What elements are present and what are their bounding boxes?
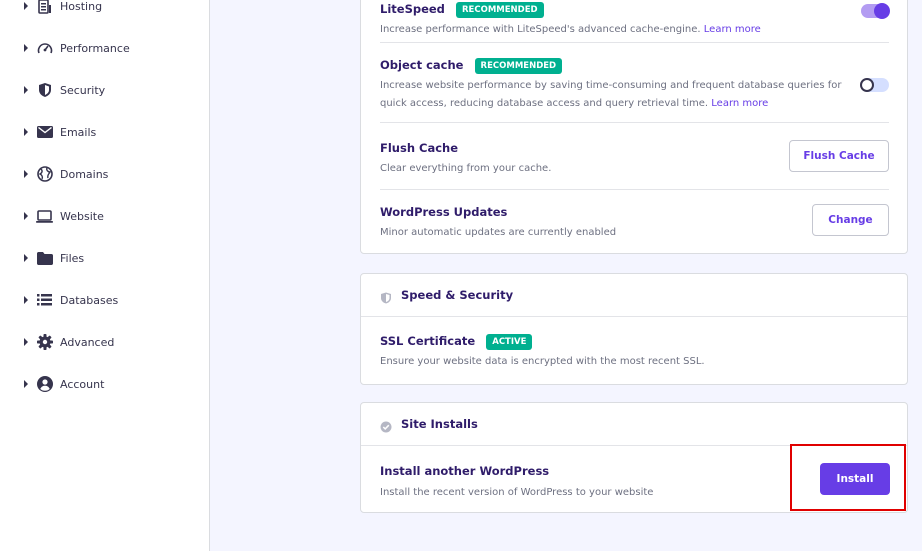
globe-icon: [36, 166, 53, 182]
divider: [380, 189, 889, 190]
caret-right-icon: [24, 296, 28, 304]
sidebar-item-advanced[interactable]: Advanced: [0, 327, 209, 357]
caret-right-icon: [24, 338, 28, 346]
sidebar-item-label: Security: [60, 83, 106, 97]
caret-right-icon: [24, 170, 28, 178]
install-button-highlight: [790, 444, 906, 511]
site-installs-header: Site Installs: [361, 403, 907, 446]
sidebar: Hosting Performance Security Emails Doma…: [0, 0, 210, 551]
shield-icon: [380, 289, 392, 304]
main-content: LiteSpeed RECOMMENDED Increase performan…: [210, 0, 922, 551]
divider: [380, 122, 889, 123]
litespeed-title: LiteSpeed: [380, 2, 445, 16]
litespeed-description: Increase performance with LiteSpeed's ad…: [380, 21, 889, 39]
ssl-row: SSL Certificate ACTIVE Ensure your websi…: [380, 330, 889, 371]
object-cache-title: Object cache: [380, 58, 464, 72]
hosting-icon: [36, 0, 53, 14]
caret-right-icon: [24, 2, 28, 10]
litespeed-desc-text: Increase performance with LiteSpeed's ad…: [380, 24, 701, 35]
litespeed-learn-more-link[interactable]: Learn more: [704, 24, 761, 35]
sidebar-item-label: Advanced: [60, 335, 115, 349]
caret-right-icon: [24, 380, 28, 388]
sidebar-item-label: Emails: [60, 125, 97, 139]
sidebar-item-label: Performance: [60, 41, 130, 55]
ssl-description: Ensure your website data is encrypted wi…: [380, 356, 705, 367]
install-wordpress-title: Install another WordPress: [380, 464, 550, 478]
speed-security-header: Speed & Security: [361, 274, 907, 317]
change-updates-button[interactable]: Change: [812, 204, 889, 236]
litespeed-row: LiteSpeed RECOMMENDED Increase performan…: [380, 0, 889, 39]
sidebar-item-label: Databases: [60, 293, 119, 307]
speed-security-title: Speed & Security: [401, 288, 514, 302]
recommended-badge: RECOMMENDED: [474, 58, 563, 74]
sidebar-item-label: Website: [60, 209, 104, 223]
sidebar-item-label: Files: [60, 251, 85, 265]
object-cache-toggle[interactable]: [860, 78, 889, 92]
sidebar-item-domains[interactable]: Domains: [0, 159, 209, 189]
envelope-icon: [36, 124, 53, 140]
caret-right-icon: [24, 254, 28, 262]
caret-right-icon: [24, 44, 28, 52]
ssl-certificate-title: SSL Certificate: [380, 334, 476, 348]
speedometer-icon: [36, 40, 53, 56]
recommended-badge: RECOMMENDED: [456, 2, 544, 18]
litespeed-toggle[interactable]: [861, 3, 890, 19]
speed-security-card: Speed & Security SSL Certificate ACTIVE …: [360, 273, 908, 385]
check-circle-icon: [380, 418, 392, 433]
user-circle-icon: [36, 376, 53, 392]
sidebar-item-label: Account: [60, 377, 105, 391]
active-badge: ACTIVE: [486, 334, 533, 350]
caret-right-icon: [24, 212, 28, 220]
sidebar-item-hosting[interactable]: Hosting: [0, 0, 209, 21]
sidebar-item-performance[interactable]: Performance: [0, 33, 209, 63]
flush-cache-title: Flush Cache: [380, 141, 459, 155]
folder-icon: [36, 250, 53, 266]
site-installs-title: Site Installs: [401, 417, 478, 431]
object-cache-row: Object cache RECOMMENDED Increase websit…: [380, 54, 847, 113]
sidebar-item-files[interactable]: Files: [0, 243, 209, 273]
sidebar-item-security[interactable]: Security: [0, 75, 209, 105]
caret-right-icon: [24, 86, 28, 94]
gear-icon: [36, 334, 53, 350]
sidebar-item-account[interactable]: Account: [0, 369, 209, 399]
divider: [380, 42, 889, 43]
wordpress-updates-title: WordPress Updates: [380, 205, 508, 219]
object-cache-desc-text: Increase website performance by saving t…: [380, 80, 842, 109]
sidebar-item-website[interactable]: Website: [0, 201, 209, 231]
object-cache-description: Increase website performance by saving t…: [380, 77, 847, 113]
flush-cache-button[interactable]: Flush Cache: [789, 140, 889, 172]
toggle-knob: [860, 78, 874, 92]
caret-right-icon: [24, 128, 28, 136]
cache-settings-card: LiteSpeed RECOMMENDED Increase performan…: [360, 0, 908, 254]
toggle-knob: [874, 3, 890, 19]
sidebar-item-label: Domains: [60, 167, 109, 181]
laptop-icon: [36, 208, 53, 224]
shield-icon: [36, 82, 53, 98]
sidebar-item-emails[interactable]: Emails: [0, 117, 209, 147]
database-icon: [36, 292, 53, 308]
sidebar-item-databases[interactable]: Databases: [0, 285, 209, 315]
object-cache-learn-more-link[interactable]: Learn more: [711, 98, 768, 109]
sidebar-item-label: Hosting: [60, 0, 103, 13]
